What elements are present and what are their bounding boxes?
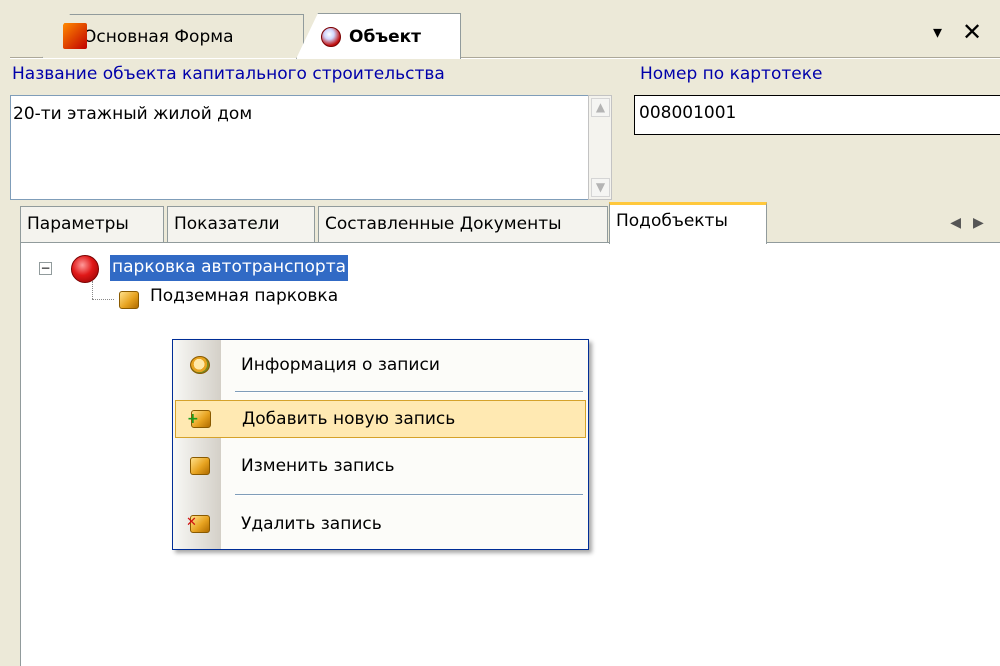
form-icon [63, 23, 87, 49]
object-icon [321, 26, 341, 47]
tree-connector [92, 299, 114, 300]
menu-item-label: Информация о записи [241, 355, 440, 375]
tab-main-form[interactable]: Основная Форма [42, 14, 304, 58]
scroll-down-icon[interactable]: ▼ [591, 178, 610, 197]
tab-scroll-buttons[interactable]: ◀ ▶ [937, 208, 997, 238]
box-icon [190, 457, 210, 475]
chevron-right-icon[interactable]: ▶ [973, 215, 984, 231]
collapse-toggle-icon[interactable]: − [39, 262, 52, 275]
menu-item-label: Изменить запись [241, 456, 395, 476]
tab-menu-arrow-icon[interactable]: ▾ [933, 22, 942, 43]
context-menu: Информация о записи + Добавить новую зап… [172, 339, 589, 550]
menu-item-record-info[interactable]: Информация о записи [175, 347, 586, 385]
card-number-label: Номер по картотеке [640, 64, 823, 84]
menu-separator [235, 494, 583, 496]
tab-parameters[interactable]: Параметры [20, 206, 164, 242]
menu-separator [235, 391, 583, 393]
menu-item-edit-record[interactable]: Изменить запись [175, 448, 586, 486]
box-icon [119, 291, 139, 309]
tree-node-root[interactable]: парковка автотранспорта [110, 255, 349, 281]
menu-item-label: Добавить новую запись [242, 409, 456, 429]
card-number-input[interactable]: 008001001 [634, 95, 1000, 135]
tab-object-label: Объект [349, 26, 422, 47]
object-name-textarea[interactable]: 20-ти этажный жилой дом [10, 95, 588, 200]
tab-documents[interactable]: Составленные Документы [318, 206, 608, 242]
object-name-label: Название объекта капитального строительс… [12, 64, 445, 84]
menu-item-label: Удалить запись [241, 514, 382, 534]
tab-indicators[interactable]: Показатели [167, 206, 315, 242]
close-icon[interactable]: ✕ [962, 18, 982, 46]
menu-item-delete-record[interactable]: ✕ Удалить запись [175, 506, 586, 544]
info-search-icon [190, 356, 210, 374]
delete-x-icon: ✕ [186, 515, 197, 530]
tree-node-child[interactable]: Подземная парковка [150, 286, 338, 306]
textarea-scrollbar[interactable]: ▲ ▼ [588, 95, 612, 200]
scroll-up-icon[interactable]: ▲ [591, 98, 610, 117]
red-object-icon [71, 255, 99, 283]
tab-subobjects[interactable]: Подобъекты [609, 202, 767, 244]
menu-item-add-record[interactable]: + Добавить новую запись [175, 400, 586, 438]
document-tab-bar: Основная Форма Объект ▾ ✕ [0, 0, 1000, 60]
tree-connector [92, 281, 93, 299]
tab-main-form-label: Основная Форма [83, 26, 234, 47]
tab-object[interactable]: Объект [296, 13, 461, 59]
plus-icon: + [187, 411, 199, 427]
inner-tab-bar: Параметры Показатели Составленные Докуме… [10, 202, 1000, 244]
chevron-left-icon[interactable]: ◀ [950, 215, 961, 231]
